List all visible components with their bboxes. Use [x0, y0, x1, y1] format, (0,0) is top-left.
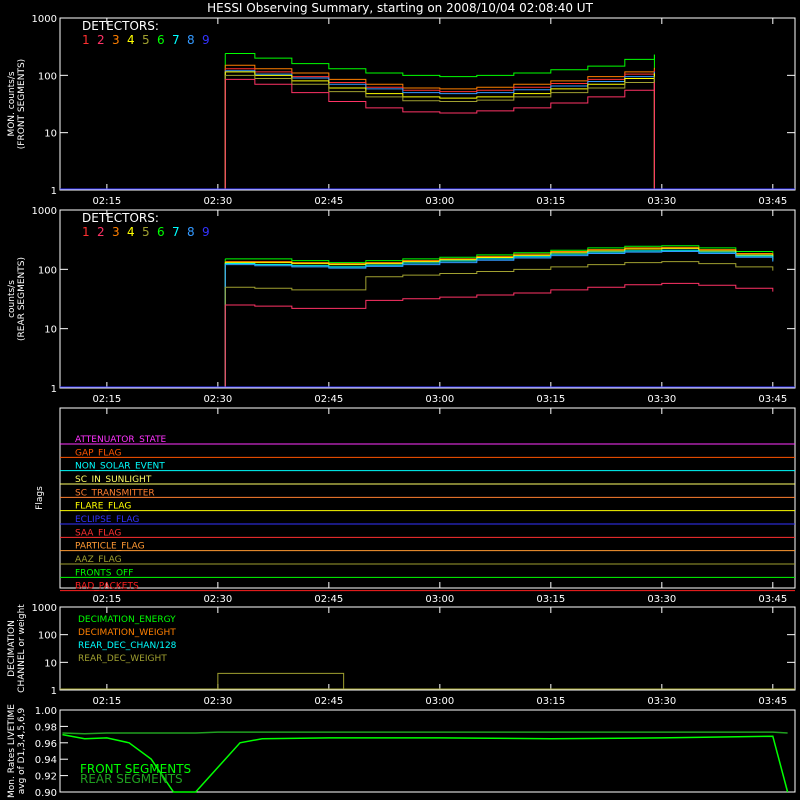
dec-ylabel: DECIMATION [7, 620, 17, 677]
front-detector-number: 3 [112, 33, 120, 47]
dec-legend-entry: REAR_DEC_WEIGHT [78, 654, 167, 664]
flags-xtick-label: 03:30 [647, 594, 676, 605]
flags-panel: 02:15 02:30 02:45 03:00 03:15 03:30 03:45 Flags… [35, 407, 796, 605]
front-detector-number: 1 [82, 33, 90, 47]
rear-ylabel: (REAR SEGMENTS) [17, 257, 27, 341]
front-ytick-label: 1 [51, 186, 57, 197]
rear-detector-number: 7 [172, 225, 180, 239]
rear-panel: 02:15 02:30 02:45 03:00 03:15 03:30 03:45 1 10 10… [7, 206, 796, 405]
front-xtick-label: 03:45 [758, 196, 787, 207]
front-detector-number: 2 [97, 33, 105, 47]
front-detector-number: 7 [172, 33, 180, 47]
front-xtick-label: 02:30 [203, 196, 232, 207]
front-xtick-label: 02:45 [314, 196, 343, 207]
front-ytick-label: 1000 [32, 14, 57, 25]
dec-xtick-label: 03:30 [647, 696, 676, 707]
live-ytick-label: 1.00 [35, 706, 57, 717]
dec-ytick-label: 100 [38, 631, 57, 642]
dec-legend-entry: DECIMATION_WEIGHT [78, 628, 176, 638]
rear-ylabel: counts/s [7, 280, 17, 318]
live-ylabel: Mon. Rates LIVETIME [7, 704, 17, 798]
decimation-panel: 02:15 02:30 02:45 03:00 03:15 03:30 03:45 1 10 10… [7, 603, 796, 707]
rear-detector-number: 9 [202, 225, 210, 239]
front-frame [59, 17, 796, 191]
flags-xtick-label: 02:15 [92, 594, 121, 605]
rear-series-line [225, 282, 774, 309]
rear-ytick-label: 100 [38, 265, 57, 276]
rear-detectors-label: DETECTORS: [82, 211, 159, 225]
rear-xtick-label: 02:45 [314, 394, 343, 405]
rear-ytick-label: 1000 [32, 206, 57, 217]
front-ytick-label: 10 [44, 129, 57, 140]
flags-xtick-label: 02:45 [314, 594, 343, 605]
dec-xtick-label: 03:15 [536, 696, 565, 707]
rear-detector-number: 8 [187, 225, 195, 239]
front-xtick-label: 03:00 [425, 196, 454, 207]
rear-detector-number: 4 [127, 225, 135, 239]
livetime-panel: 0.90 0.92 0.94 0.96 0.98 1.00 Mon. Rates LIVET… [7, 704, 796, 799]
dec-legend-entry: REAR_DEC_CHAN/128 [78, 641, 177, 651]
live-ytick-label: 0.96 [35, 739, 57, 750]
flags-xtick-label: 03:00 [425, 594, 454, 605]
flags-frame [59, 407, 796, 589]
rear-xtick-label: 03:00 [425, 394, 454, 405]
dec-ytick-label: 1000 [32, 603, 57, 614]
rear-xtick-label: 03:15 [536, 394, 565, 405]
dec-ylabel: CHANNEL or weight [17, 604, 27, 693]
flags-xtick-label: 03:45 [758, 594, 787, 605]
dec-xtick-label: 03:00 [425, 696, 454, 707]
dec-xtick-label: 02:15 [92, 696, 121, 707]
front-panel: 02:15 02:30 02:45 03:00 03:15 03:30 03:45 1 10 10… [7, 14, 796, 207]
front-ylabel: MON. counts/s [7, 71, 17, 136]
front-detectors-label: DETECTORS: [82, 19, 159, 33]
flags-xtick-label: 03:15 [536, 594, 565, 605]
front-detector-number: 6 [157, 33, 165, 47]
live-ytick-label: 0.98 [35, 722, 57, 733]
rear-series-line [225, 249, 774, 268]
rear-detector-number: 6 [157, 225, 165, 239]
dec-segment [217, 672, 345, 689]
live-ytick-label: 0.94 [35, 755, 57, 766]
front-xtick-label: 02:15 [92, 196, 121, 207]
live-series-line [62, 731, 788, 735]
front-detector-number: 8 [187, 33, 195, 47]
rear-ytick-label: 10 [44, 325, 57, 336]
dec-xtick-label: 03:45 [758, 696, 787, 707]
rear-xtick-label: 03:45 [758, 394, 787, 405]
front-detector-number: 5 [142, 33, 150, 47]
rear-detector-number: 3 [112, 225, 120, 239]
rear-xtick-label: 03:30 [647, 394, 676, 405]
dec-ytick-label: 10 [44, 658, 57, 669]
dec-legend-entry: DECIMATION_ENERGY [78, 615, 176, 625]
front-xtick-label: 03:15 [536, 196, 565, 207]
live-ylabel: avg of D1,3,4,5,6,9 [17, 707, 27, 794]
chart-title: HESSI Observing Summary, starting on 200… [207, 1, 593, 15]
flags-ylabel: Flags [35, 486, 45, 510]
live-ytick-label: 0.92 [35, 772, 57, 783]
rear-ytick-label: 1 [51, 384, 57, 395]
front-ytick-label: 100 [38, 71, 57, 82]
dec-xtick-label: 02:45 [314, 696, 343, 707]
front-detector-number: 4 [127, 33, 135, 47]
dec-xtick-label: 02:30 [203, 696, 232, 707]
rear-detector-number: 5 [142, 225, 150, 239]
front-detector-number: 9 [202, 33, 210, 47]
front-series-line [225, 53, 655, 78]
live-ytick-label: 0.90 [35, 788, 57, 799]
rear-xtick-label: 02:15 [92, 394, 121, 405]
live-legend-entry: REAR SEGMENTS [80, 772, 183, 786]
observing-summary-chart: HESSI Observing Summary, starting on 200… [7, 1, 796, 799]
flags-xtick-label: 02:30 [203, 594, 232, 605]
front-xtick-label: 03:30 [647, 196, 676, 207]
rear-detector-number: 1 [82, 225, 90, 239]
rear-detector-number: 2 [97, 225, 105, 239]
rear-xtick-label: 02:30 [203, 394, 232, 405]
front-ylabel: (FRONT SEGMENTS) [17, 59, 27, 149]
dec-ytick-label: 1 [51, 686, 57, 697]
